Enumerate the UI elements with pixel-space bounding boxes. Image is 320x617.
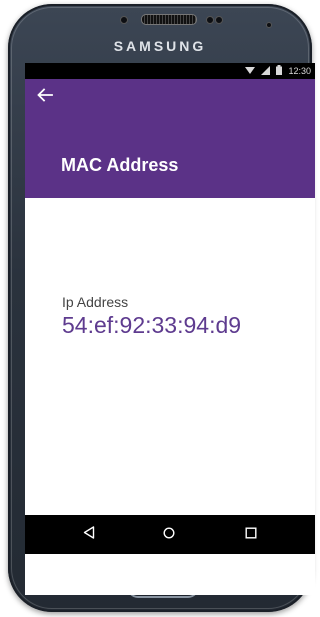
nav-recents-button[interactable]: [239, 523, 263, 547]
nav-back-button[interactable]: [77, 523, 101, 547]
nav-home-button[interactable]: [157, 523, 181, 547]
arrow-left-icon: [37, 88, 53, 107]
mac-address-value: 54:ef:92:33:94:d9: [62, 312, 242, 338]
status-bar: 12:30: [25, 63, 315, 79]
camera-lens-icon: [266, 22, 272, 28]
wifi-icon: [245, 66, 256, 77]
back-button[interactable]: [37, 87, 61, 111]
proximity-sensor-icon: [206, 16, 214, 24]
app-bar: MAC Address: [25, 79, 315, 198]
back-triangle-icon: [83, 526, 95, 544]
brand-logo: SAMSUNG: [113, 38, 207, 54]
home-circle-icon: [163, 526, 175, 544]
front-camera-icon: [120, 16, 128, 24]
status-time: 12:30: [288, 66, 311, 76]
content-area: Ip Address 54:ef:92:33:94:d9: [25, 198, 315, 515]
recents-square-icon: [245, 526, 257, 544]
page-title: MAC Address: [61, 155, 179, 175]
ip-address-label: Ip Address: [62, 294, 129, 310]
screen: 12:30 MAC Address Ip Address 54:ef:92:33…: [25, 63, 315, 595]
earpiece-speaker: [141, 14, 197, 25]
light-sensor-icon: [215, 16, 223, 24]
status-icons: 12:30: [245, 65, 311, 77]
navigation-bar: [25, 515, 315, 554]
battery-icon: [276, 65, 283, 77]
signal-icon: [261, 65, 271, 77]
